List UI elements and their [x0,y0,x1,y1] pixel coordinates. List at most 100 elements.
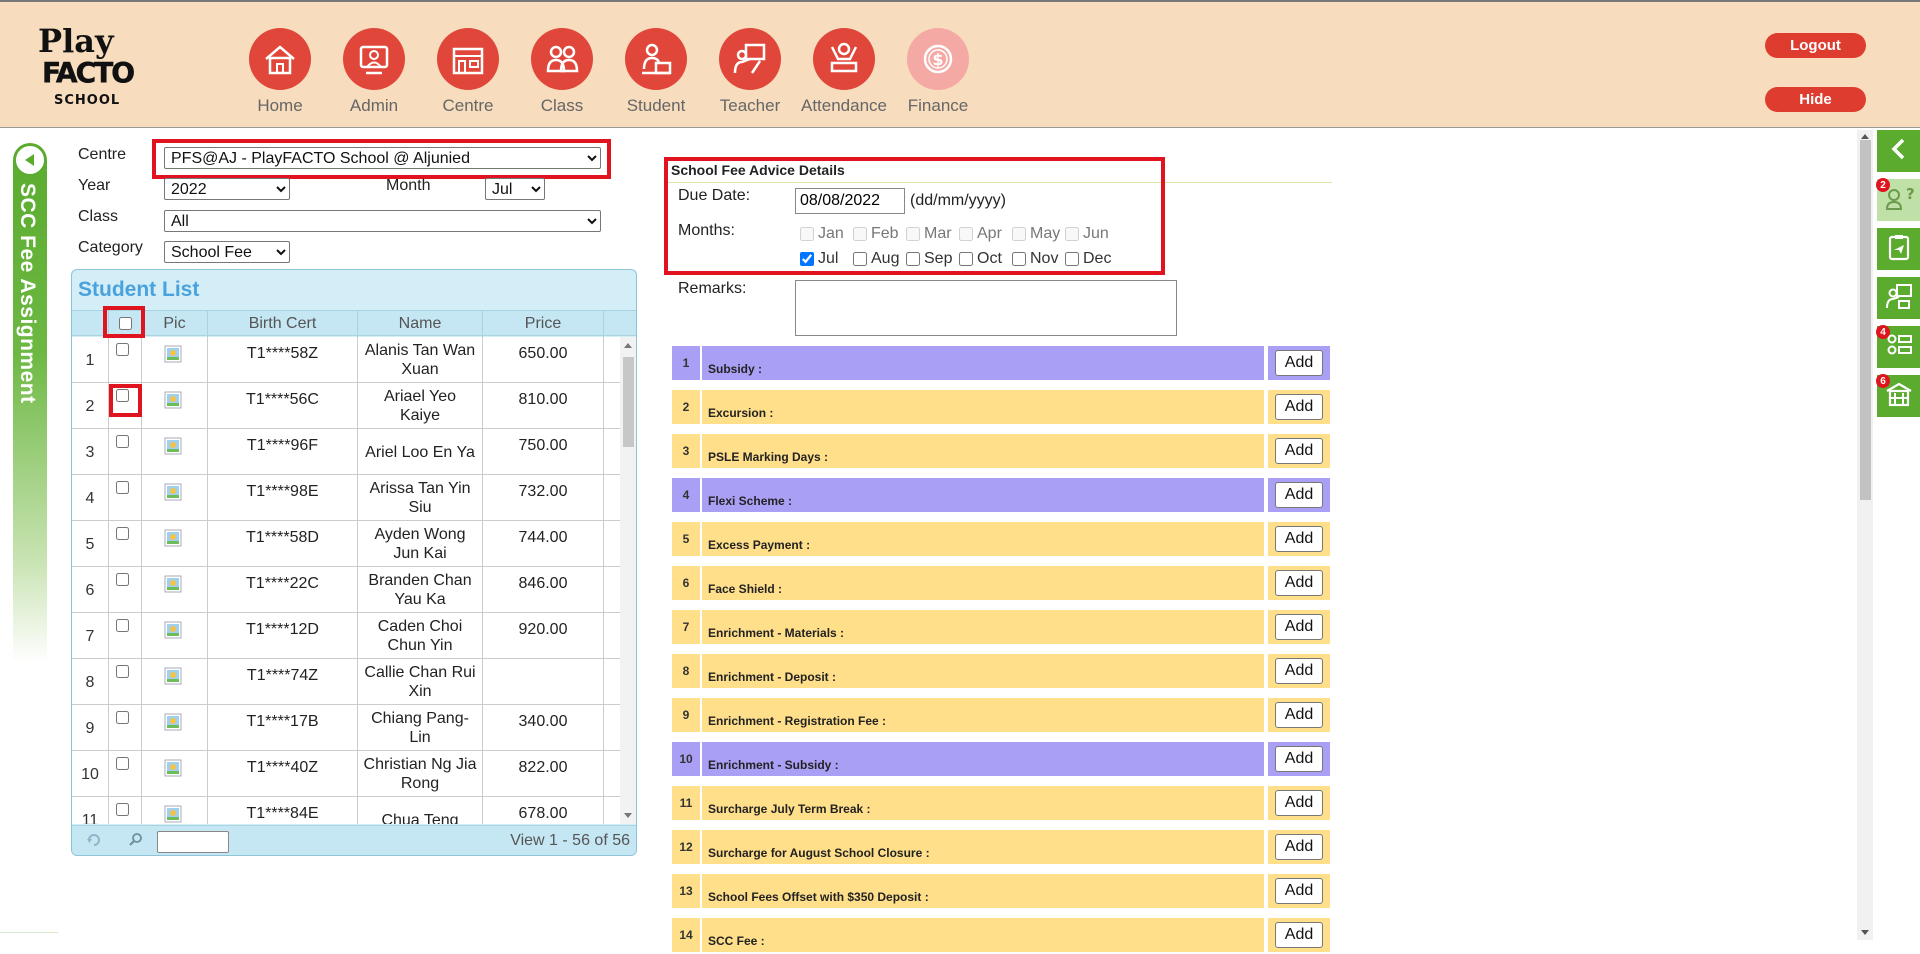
table-row[interactable]: 1 T1****58Z Alanis Tan Wan Xuan 650.00 [72,337,620,383]
cell-chk[interactable] [109,337,142,383]
header-pic[interactable]: Pic [142,311,208,337]
row-select-checkbox[interactable] [116,481,129,494]
search-icon[interactable] [128,832,144,853]
page-scroll-thumb[interactable] [1860,140,1871,500]
row-select-checkbox[interactable] [116,573,129,586]
nav-item-class[interactable]: Class [515,28,609,116]
fee-item-name: Surcharge July Term Break : [702,786,1264,820]
cell-chk[interactable] [109,567,142,613]
cell-chk[interactable] [109,613,142,659]
nav-item-attendance[interactable]: Attendance [797,28,891,116]
cell-chk[interactable] [109,475,142,521]
row-select-checkbox[interactable] [116,619,129,632]
cell-chk[interactable] [109,751,142,797]
add-fee-button[interactable]: Add [1275,394,1323,420]
grid-scroll-thumb[interactable] [623,357,634,447]
cell-chk[interactable] [109,797,142,824]
table-row[interactable]: 7 T1****12D Caden Choi Chun Yin 920.00 [72,613,620,659]
toolbar-button-clipboard-plane[interactable] [1877,228,1920,270]
pager-text: View 1 - 56 of 56 [510,832,630,849]
add-fee-button[interactable]: Add [1275,570,1323,596]
nav-label: Attendance [800,96,887,115]
add-fee-button[interactable]: Add [1275,922,1323,948]
table-row[interactable]: 2 T1****56C Ariael Yeo Kaiye 810.00 [72,383,620,429]
cell-price: 744.00 [483,521,604,567]
photo-icon [164,667,182,690]
header-birth-cert[interactable]: Birth Cert [208,311,358,337]
notification-badge: 4 [1876,325,1890,339]
nav-item-finance[interactable]: $ Finance [891,28,985,116]
row-select-checkbox[interactable] [116,665,129,678]
nav-item-student[interactable]: Student [609,28,703,116]
main-nav: Home Admin Centre Class Student Teacher Attend… [233,28,985,116]
row-select-checkbox[interactable] [116,803,129,816]
cell-chk[interactable] [109,521,142,567]
fee-item-action: Add [1268,918,1330,952]
toolbar-button-teacher-board[interactable] [1877,277,1920,319]
cell-chk[interactable] [109,659,142,705]
cell-chk[interactable] [109,429,142,475]
header-price[interactable]: Price [483,311,604,337]
cell-price: 340.00 [483,705,604,751]
nav-item-centre[interactable]: Centre [421,28,515,116]
toolbar-button-collapse-arrow[interactable] [1877,130,1920,172]
table-row[interactable]: 11 T1****84E Chua Teng 678.00 [72,797,620,824]
logout-button[interactable]: Logout [1765,33,1866,58]
table-row[interactable]: 5 T1****58D Ayden Wong Jun Kai 744.00 [72,521,620,567]
add-fee-button[interactable]: Add [1275,790,1323,816]
add-fee-button[interactable]: Add [1275,350,1323,376]
fee-item-row: 9 Enrichment - Registration Fee : Add [672,698,1330,734]
pager-page-input[interactable] [157,831,229,853]
teacher-icon [719,28,781,90]
cell-price: 846.00 [483,567,604,613]
fee-item-action: Add [1268,346,1330,380]
row-select-checkbox[interactable] [116,757,129,770]
table-row[interactable]: 4 T1****98E Arissa Tan Yin Siu 732.00 [72,475,620,521]
cell-bc: T1****58Z [208,337,358,383]
page-scrollbar[interactable] [1857,130,1873,940]
play-arrow-icon[interactable] [14,144,46,176]
add-fee-button[interactable]: Add [1275,702,1323,728]
add-fee-button[interactable]: Add [1275,834,1323,860]
nav-item-admin[interactable]: Admin [327,28,421,116]
fee-item-row: 12 Surcharge for August School Closure : A… [672,830,1330,866]
fee-item-action: Add [1268,478,1330,512]
cell-pic [142,383,208,429]
table-row[interactable]: 9 T1****17B Chiang Pang-Lin 340.00 [72,705,620,751]
grid-scrollbar[interactable] [620,337,636,824]
cell-pic [142,429,208,475]
category-select[interactable]: School Fee [164,241,290,263]
nav-item-teacher[interactable]: Teacher [703,28,797,116]
fee-item-number: 4 [672,478,700,512]
notification-badge: 2 [1876,178,1890,192]
remarks-textarea[interactable] [795,280,1177,336]
add-fee-button[interactable]: Add [1275,746,1323,772]
table-row[interactable]: 10 T1****40Z Christian Ng Jia Rong 822.00 [72,751,620,797]
add-fee-button[interactable]: Add [1275,614,1323,640]
class-select[interactable]: All [164,210,601,232]
scc-fee-assignment-tab[interactable]: SCC Fee Assignment [13,143,47,663]
refresh-icon[interactable] [86,832,102,853]
hide-button[interactable]: Hide [1765,87,1866,112]
add-fee-button[interactable]: Add [1275,482,1323,508]
row-select-checkbox[interactable] [116,343,129,356]
row-select-checkbox[interactable] [116,527,129,540]
add-fee-button[interactable]: Add [1275,438,1323,464]
cell-num: 3 [72,429,109,475]
header-name[interactable]: Name [358,311,483,337]
table-row[interactable]: 8 T1****74Z Callie Chan Rui Xin [72,659,620,705]
table-row[interactable]: 3 T1****96F Ariel Loo En Ya 750.00 [72,429,620,475]
month-select[interactable]: Jul [485,178,545,200]
add-fee-button[interactable]: Add [1275,878,1323,904]
row-select-checkbox[interactable] [116,711,129,724]
cell-chk[interactable] [109,705,142,751]
nav-item-home[interactable]: Home [233,28,327,116]
playfacto-logo[interactable]: Play FACTO SCHOOL [36,20,146,110]
add-fee-button[interactable]: Add [1275,526,1323,552]
year-label: Year [78,177,111,194]
year-select[interactable]: 2022 [164,178,290,200]
add-fee-button[interactable]: Add [1275,658,1323,684]
fee-item-action: Add [1268,390,1330,424]
row-select-checkbox[interactable] [116,435,129,448]
table-row[interactable]: 6 T1****22C Branden Chan Yau Ka 846.00 [72,567,620,613]
